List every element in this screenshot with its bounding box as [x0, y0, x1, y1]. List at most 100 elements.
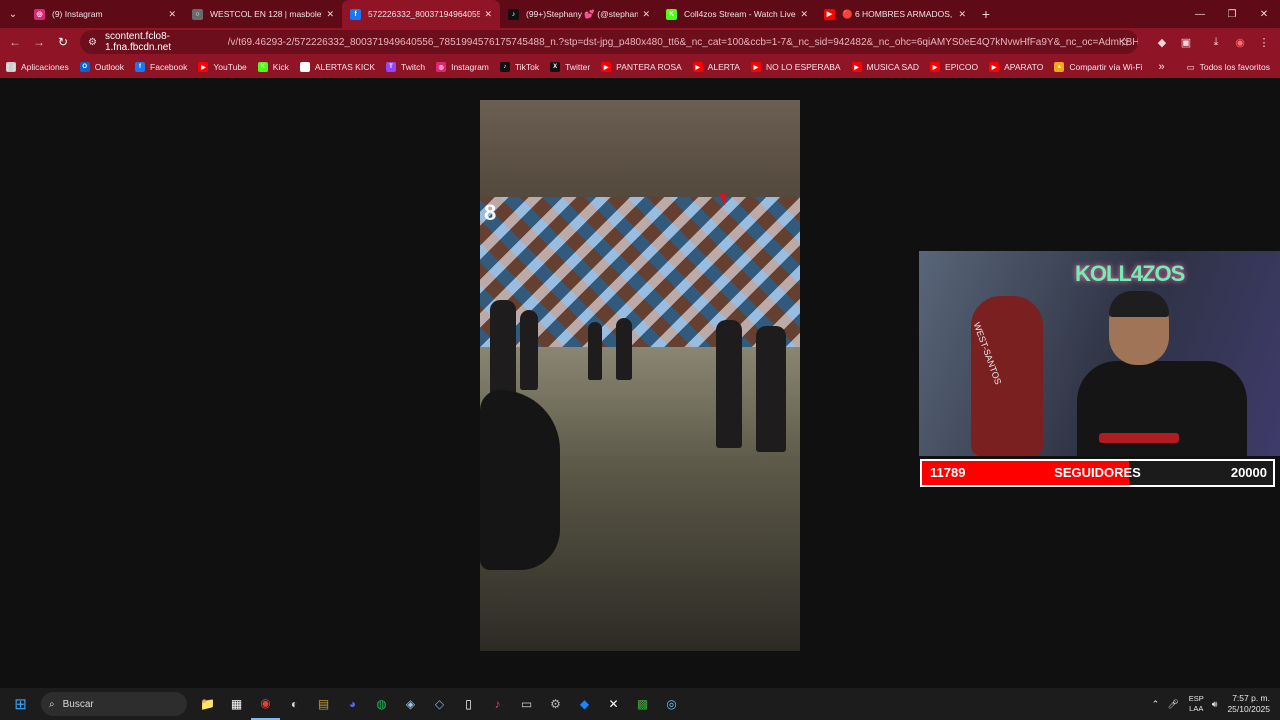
- follower-goal-label: SEGUIDORES: [1054, 465, 1141, 480]
- all-bookmarks-link[interactable]: Todos los favoritos: [1200, 62, 1270, 72]
- new-tab-button[interactable]: +: [974, 6, 998, 22]
- tab-title: WESTCOL EN 128 | masboleteri: [210, 9, 323, 19]
- bookmark-item[interactable]: ▶ NO LO ESPERABA: [750, 62, 841, 72]
- minimize-button[interactable]: —: [1184, 0, 1216, 28]
- close-window-button[interactable]: ✕: [1248, 0, 1280, 28]
- streamer-hair: [1109, 291, 1169, 317]
- deepl-icon[interactable]: ◆: [570, 688, 599, 720]
- globe-icon[interactable]: ◎: [657, 688, 686, 720]
- bookmark-item[interactable]: K Kick: [257, 62, 289, 72]
- neon-sign: KOLL4ZOS: [1075, 261, 1185, 286]
- bookmark-star-icon[interactable]: ☆: [1119, 35, 1130, 49]
- bookmark-item[interactable]: ▶ PANTERA ROSA: [601, 62, 682, 72]
- tab-2[interactable]: ○ WESTCOL EN 128 | masboleteri ✕: [184, 0, 342, 28]
- microphone: [1099, 433, 1179, 443]
- youtube-icon: ▶: [851, 62, 862, 72]
- address-bar[interactable]: ⚙ scontent.fclo8-1.fna.fbcdn.net/v/t69.4…: [80, 30, 1138, 54]
- bookmark-item[interactable]: X Twitter: [550, 62, 590, 72]
- document-icon[interactable]: ▯: [454, 688, 483, 720]
- vpn-icon[interactable]: ◇: [425, 688, 454, 720]
- globe-icon: ○: [192, 8, 203, 20]
- tab-search-icon[interactable]: ⌄: [0, 0, 26, 28]
- speaker-icon[interactable]: 🔊︎: [1212, 699, 1218, 710]
- notepad-icon[interactable]: ▭: [512, 688, 541, 720]
- bookmarks-overflow-button[interactable]: »: [1158, 61, 1164, 73]
- bookmark-item[interactable]: ▶ MUSICA SAD: [851, 62, 919, 72]
- extension-diamond-icon[interactable]: ◆: [1150, 30, 1174, 54]
- bookmark-item[interactable]: ▶ APARATO: [989, 62, 1043, 72]
- youtube-icon: ▶: [989, 62, 1000, 72]
- bookmark-item[interactable]: ▶ YouTube: [198, 62, 247, 72]
- tab-close-icon[interactable]: ✕: [800, 9, 808, 20]
- bookmark-item[interactable]: T Twitch: [386, 62, 425, 72]
- bookmark-label: Kick: [272, 62, 289, 72]
- tab-3[interactable]: f 572226332_800371949640556_ ✕: [342, 0, 500, 28]
- bookmark-label: Outlook: [94, 62, 125, 72]
- extensions-puzzle-icon[interactable]: ▣: [1174, 30, 1198, 54]
- outlook-icon: O: [79, 62, 90, 72]
- reload-button[interactable]: ↻: [51, 30, 75, 54]
- search-placeholder: Buscar: [62, 698, 94, 710]
- bookmark-label: Twitter: [565, 62, 591, 72]
- tiktok-icon: ♪: [499, 62, 510, 72]
- chrome-icon[interactable]: ◉: [251, 688, 280, 720]
- youtube-icon: ▶: [930, 62, 941, 72]
- language-indicator[interactable]: ESP LAA: [1189, 694, 1204, 714]
- tab-close-icon[interactable]: ✕: [642, 9, 650, 20]
- tab-close-icon[interactable]: ✕: [484, 9, 492, 20]
- webcam-overlay: WEST-SANTOS KOLL4ZOS: [919, 251, 1280, 456]
- site-info-icon[interactable]: ⚙: [88, 37, 97, 48]
- lang-bottom: LAA: [1189, 704, 1204, 713]
- clock-date: 25/10/2025: [1227, 704, 1270, 714]
- youtube-icon: ▶: [198, 62, 209, 72]
- bookmark-item[interactable]: ◆ ALERTAS KICK: [299, 62, 375, 72]
- story-photo[interactable]: 8: [480, 100, 800, 651]
- mic-icon[interactable]: 🎤︎: [1167, 699, 1178, 710]
- download-icon[interactable]: ⤓: [1204, 30, 1228, 54]
- tab-close-icon[interactable]: ✕: [958, 9, 966, 20]
- settings-icon[interactable]: ⚙: [541, 688, 570, 720]
- forward-button[interactable]: →: [27, 30, 51, 54]
- bookmark-item[interactable]: ▶ EPICOO: [930, 62, 978, 72]
- bookmark-label: TikTok: [514, 62, 540, 72]
- tab-6[interactable]: ▶ 🔴 6 HOMBRES ARMADOS, un ✕: [816, 0, 974, 28]
- profile-avatar[interactable]: ◉: [1228, 30, 1252, 54]
- bookmark-item[interactable]: ◎ Instagram: [436, 62, 489, 72]
- tab-1[interactable]: ◎ (9) Instagram ✕: [26, 0, 184, 28]
- bookmark-item[interactable]: f Facebook: [135, 62, 187, 72]
- tab-close-icon[interactable]: ✕: [326, 9, 334, 20]
- back-button[interactable]: ←: [3, 30, 27, 54]
- windows-start-icon[interactable]: ⊞: [6, 688, 35, 720]
- bookmark-item[interactable]: ⋮⋮ Aplicaciones: [5, 62, 69, 72]
- bookmark-label: APARATO: [1004, 62, 1044, 72]
- minecraft-icon[interactable]: ▩: [628, 688, 657, 720]
- tab-5[interactable]: K Coll4zos Stream - Watch Live o ✕: [658, 0, 816, 28]
- bookmarks-bar: ⋮⋮ Aplicaciones O Outlook f Facebook ▶ YouTube K…: [0, 56, 1280, 78]
- restore-button[interactable]: ❐: [1216, 0, 1248, 28]
- capcut-icon[interactable]: ✕: [599, 688, 628, 720]
- tab-close-icon[interactable]: ✕: [168, 9, 176, 20]
- bookmark-item[interactable]: ▶ ALERTA: [692, 62, 740, 72]
- bookmark-item[interactable]: ▲ Compartir vía Wi-Fi: [1054, 62, 1143, 72]
- bookmark-label: ALERTAS KICK: [314, 62, 375, 72]
- menu-kebab-icon[interactable]: ⋮: [1252, 30, 1276, 54]
- bookmark-item[interactable]: ♪ TikTok: [499, 62, 540, 72]
- obs-icon[interactable]: ◐: [280, 688, 309, 720]
- store-icon[interactable]: ▦: [222, 688, 251, 720]
- steam-icon[interactable]: ◈: [396, 688, 425, 720]
- tab-4[interactable]: ♪ (99+)Stephany 💕 (@stephany ✕: [500, 0, 658, 28]
- spotify-icon[interactable]: ◍: [367, 688, 396, 720]
- facebook-icon: f: [350, 8, 361, 20]
- file-explorer-icon[interactable]: 📁: [193, 688, 222, 720]
- youtube-icon: ▶: [824, 8, 835, 20]
- tray-overflow-icon[interactable]: ⌃: [1152, 699, 1160, 710]
- photo-sky: [480, 100, 800, 197]
- tiktok-icon[interactable]: ♪: [483, 688, 512, 720]
- clock[interactable]: 7:57 p. m. 25/10/2025: [1227, 693, 1270, 715]
- youtube-icon: ▶: [601, 62, 612, 72]
- discord-icon[interactable]: ◕: [338, 688, 367, 720]
- bookmark-item[interactable]: O Outlook: [79, 62, 125, 72]
- tiktok-icon: ♪: [508, 8, 519, 20]
- winrar-icon[interactable]: ▤: [309, 688, 338, 720]
- taskbar-search[interactable]: ⌕ Buscar: [41, 692, 187, 716]
